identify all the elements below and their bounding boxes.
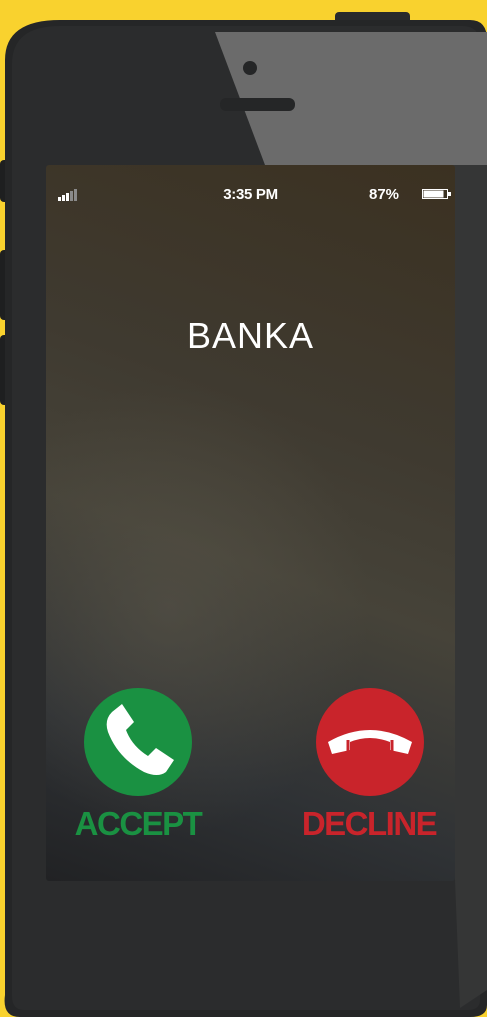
decline-label[interactable]: DECLINE: [294, 805, 444, 843]
accept-label[interactable]: ACCEPT: [66, 805, 210, 843]
decline-call-button[interactable]: [316, 688, 424, 796]
phone-screen: 3:35 PM 87% BANKA ACCEPT DECLINE: [46, 165, 455, 881]
battery-icon: [422, 189, 451, 199]
phone-handset-icon: [106, 701, 177, 775]
caller-name: BANKA: [186, 315, 315, 356]
battery-percentage: 87%: [369, 186, 400, 203]
phone-hangup-icon: [328, 730, 412, 754]
status-bar: 3:35 PM 87%: [46, 165, 455, 225]
accept-call-button[interactable]: [84, 688, 192, 796]
